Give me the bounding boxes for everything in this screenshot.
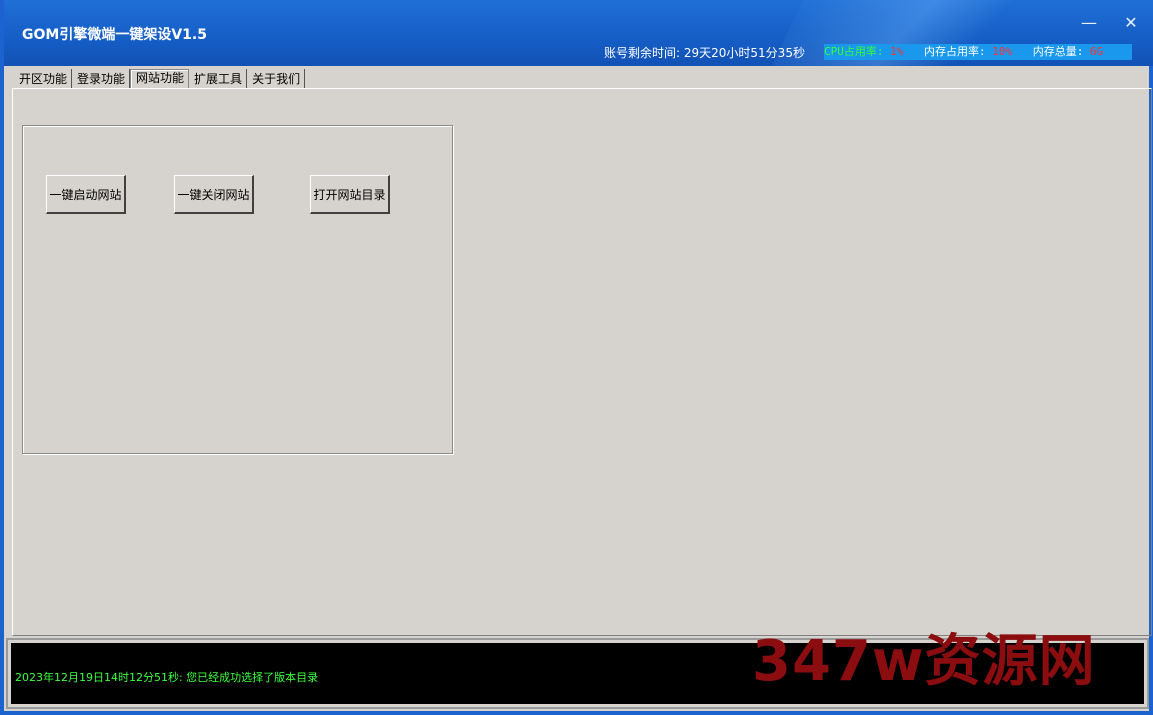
close-button[interactable]: ✕: [1116, 10, 1146, 36]
mem-total-value: 6G: [1090, 45, 1104, 58]
tab-strip: 开区功能 登录功能 网站功能 扩展工具 关于我们: [14, 68, 306, 89]
open-website-dir-button[interactable]: 打开网站目录: [310, 175, 390, 214]
start-website-button[interactable]: 一键启动网站: [46, 175, 126, 214]
tab-website[interactable]: 网站功能: [130, 69, 190, 89]
stop-website-button[interactable]: 一键关闭网站: [174, 175, 254, 214]
cpu-value: 1%: [890, 45, 904, 58]
system-stats: CPU占用率: 1% 内存占用率: 10% 内存总量: 6G: [824, 44, 1132, 60]
account-remaining-label: 账号剩余时间:: [604, 46, 681, 60]
mem-value: 10%: [992, 45, 1013, 58]
window-title: GOM引擎微端一键架设V1.5: [22, 27, 207, 43]
minimize-button[interactable]: —: [1074, 10, 1104, 36]
tab-server-open[interactable]: 开区功能: [14, 69, 73, 88]
mem-label: 内存占用率:: [924, 45, 986, 58]
tab-about[interactable]: 关于我们: [247, 69, 306, 88]
account-remaining: 账号剩余时间: 29天20小时51分35秒: [604, 44, 805, 61]
watermark-logo: 347w资源网: [752, 629, 1096, 694]
tab-login[interactable]: 登录功能: [72, 69, 131, 88]
tab-extensions[interactable]: 扩展工具: [189, 69, 248, 88]
mem-total-label: 内存总量:: [1032, 45, 1084, 58]
account-remaining-value: 29天20小时51分35秒: [683, 46, 805, 60]
cpu-label: CPU占用率:: [824, 45, 884, 58]
title-bar[interactable]: GOM引擎微端一键架设V1.5 — ✕ 账号剩余时间: 29天20小时51分35…: [4, 0, 1153, 66]
log-line: 2023年12月19日14时12分51秒: 您已经成功选择了版本目录: [15, 671, 319, 684]
